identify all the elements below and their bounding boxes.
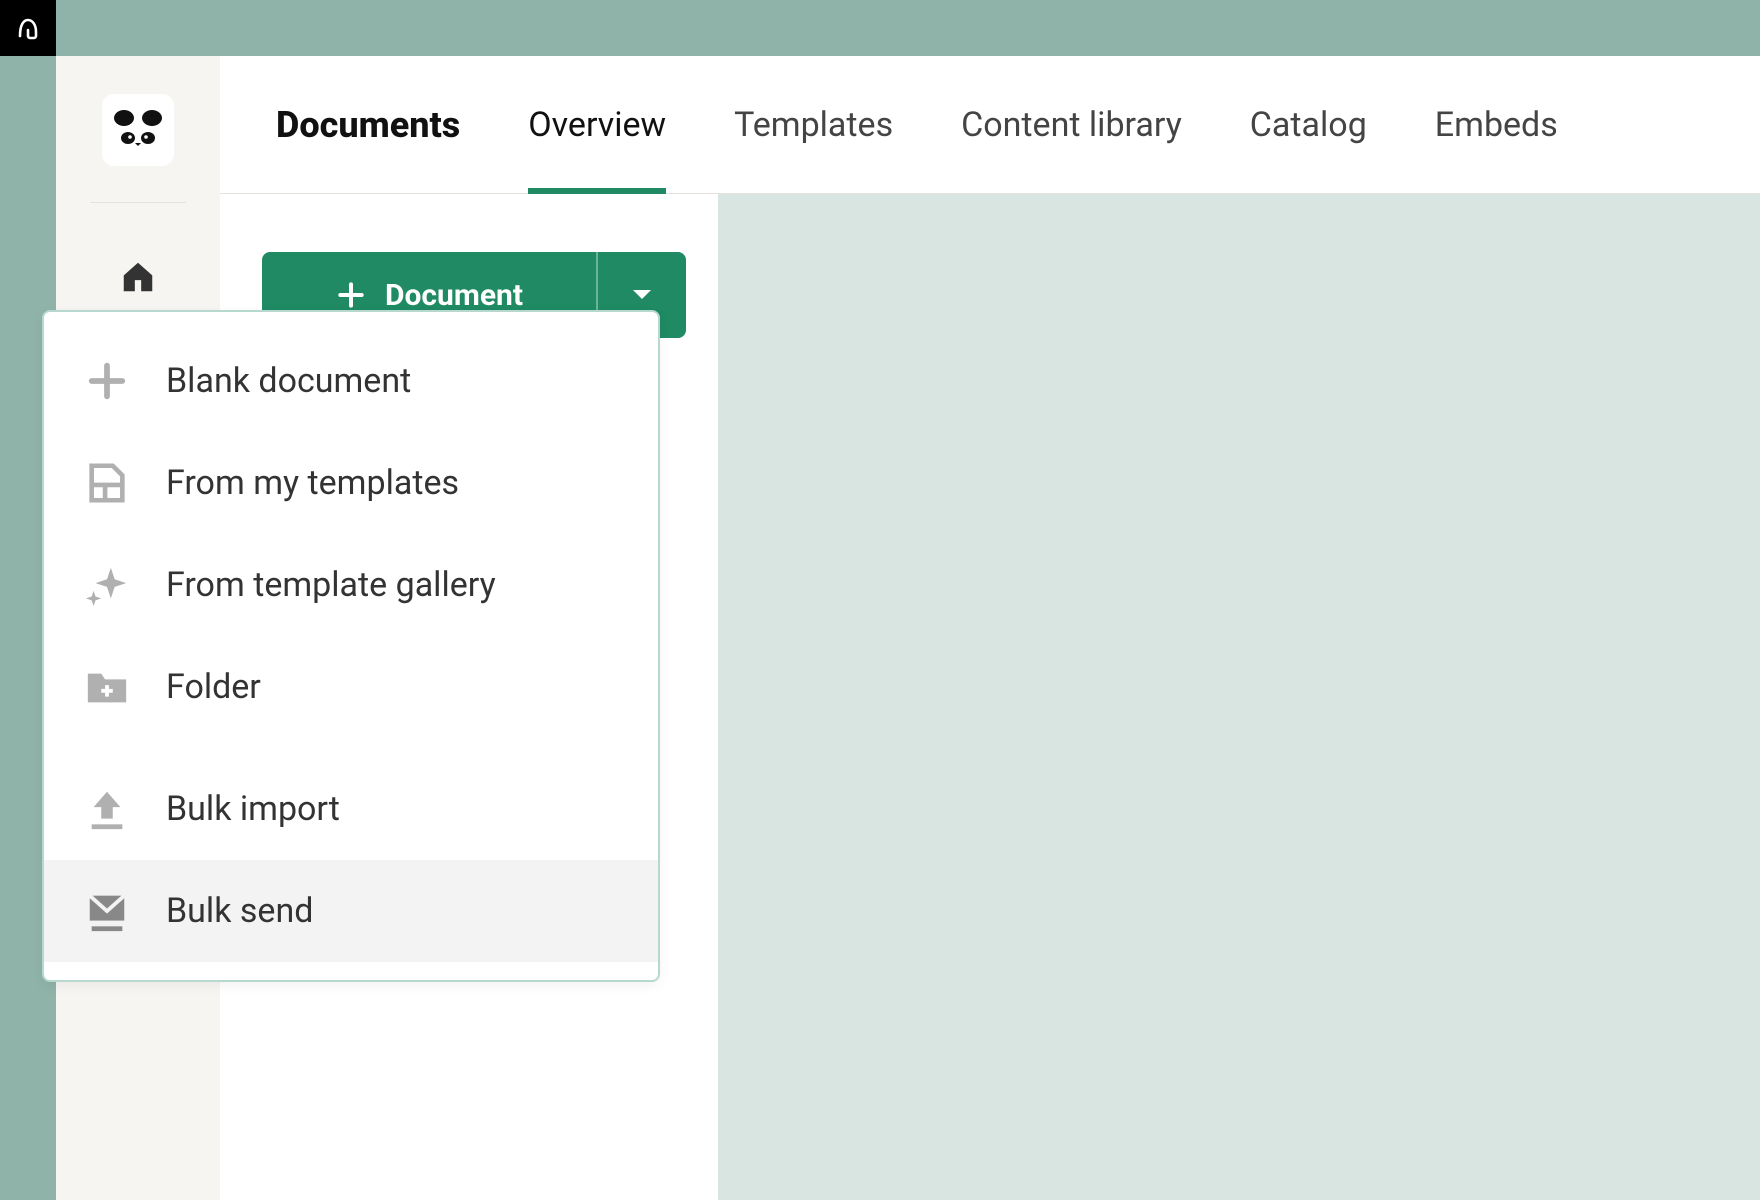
page-title: Documents (276, 56, 460, 194)
top-green-bar (0, 0, 1760, 56)
folder-plus-icon (84, 664, 130, 710)
dropdown-item-label: From template gallery (166, 565, 496, 605)
dropdown-item-label: Blank document (166, 361, 411, 401)
dropdown-item-label: Bulk import (166, 789, 340, 829)
sparkle-icon (84, 562, 130, 608)
sidebar-divider (90, 202, 186, 203)
dropdown-item-blank-document[interactable]: Blank document (44, 330, 658, 432)
tab-templates[interactable]: Templates (734, 56, 893, 194)
dropdown-item-folder[interactable]: Folder (44, 636, 658, 738)
home-icon (119, 258, 157, 296)
dropdown-item-label: Folder (166, 667, 261, 707)
dropdown-item-bulk-send[interactable]: Bulk send (44, 860, 658, 962)
dropdown-item-label: From my templates (166, 463, 459, 503)
plus-icon (335, 279, 367, 311)
tab-overview[interactable]: Overview (528, 56, 666, 194)
dropdown-item-from-my-templates[interactable]: From my templates (44, 432, 658, 534)
main-area: Documents Overview Templates Content lib… (220, 56, 1760, 1200)
sidebar-item-home[interactable] (108, 247, 168, 307)
dropdown-item-bulk-import[interactable]: Bulk import (44, 758, 658, 860)
brand-corner-logo (0, 0, 56, 56)
dropdown-divider (44, 738, 658, 758)
tab-catalog[interactable]: Catalog (1250, 56, 1367, 194)
mail-icon (84, 888, 130, 934)
app-logo[interactable] (102, 94, 174, 166)
dropdown-item-label: Bulk send (166, 891, 313, 931)
caret-down-icon (631, 288, 653, 302)
tab-content-library[interactable]: Content library (961, 56, 1182, 194)
upload-icon (84, 786, 130, 832)
template-icon (84, 460, 130, 506)
tabs-bar: Documents Overview Templates Content lib… (220, 56, 1760, 194)
right-content-panel (718, 194, 1760, 1200)
new-document-label: Document (385, 278, 523, 313)
plus-icon (84, 358, 130, 404)
tab-embeds[interactable]: Embeds (1435, 56, 1558, 194)
dropdown-item-from-template-gallery[interactable]: From template gallery (44, 534, 658, 636)
new-document-dropdown-menu: Blank document From my templates From te… (42, 310, 660, 982)
